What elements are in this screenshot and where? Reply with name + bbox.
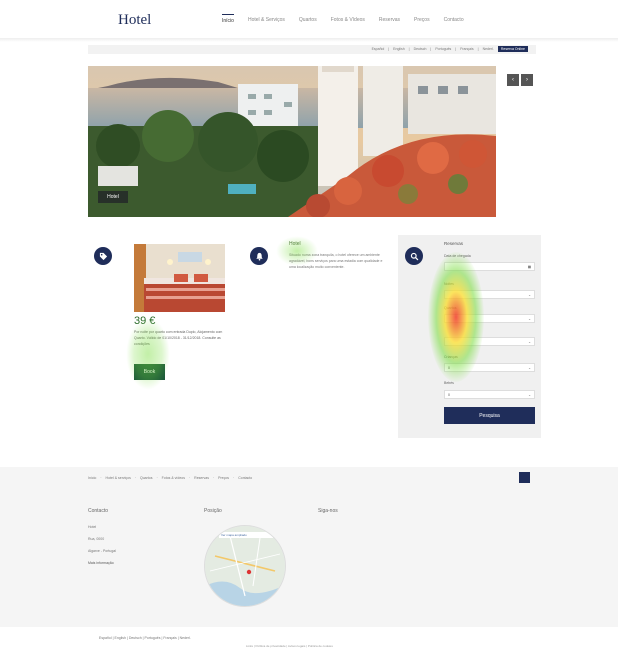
- children-select[interactable]: 0 ⌄: [444, 363, 535, 372]
- footer-follow-title: Siga-nos: [318, 508, 338, 514]
- map-enlarge-link[interactable]: Ver mapa ampliado: [221, 533, 247, 537]
- footer-link-precos[interactable]: Preços: [218, 476, 229, 480]
- arrival-date-label: Data de chegada: [444, 254, 471, 258]
- search-icon: [405, 247, 423, 265]
- footer: [0, 467, 618, 627]
- contact-more-link[interactable]: Mais informação: [88, 561, 114, 565]
- footer-link-quartos[interactable]: Quartos: [140, 476, 152, 480]
- header-divider: [0, 38, 618, 42]
- bottom-legal-links[interactable]: Links | Política de privacidade | Avisos…: [246, 644, 333, 648]
- offer-price: 39 €: [134, 315, 156, 327]
- hero-caption: Hotel: [98, 191, 128, 203]
- footer-link-inicio[interactable]: Início: [88, 476, 96, 480]
- search-title: Reservas: [444, 241, 464, 246]
- children-label: Crianças: [444, 355, 458, 359]
- bell-icon: [250, 247, 268, 265]
- nav-item-quartos[interactable]: Quartos: [299, 14, 317, 27]
- slider-next-button[interactable]: ›: [521, 74, 533, 86]
- room-image[interactable]: [134, 244, 225, 312]
- nav-item-inicio[interactable]: Início: [222, 14, 234, 27]
- lang-nl[interactable]: Nederl.: [483, 47, 494, 51]
- lang-es[interactable]: Español: [372, 47, 385, 51]
- tag-icon: [94, 247, 112, 265]
- chevron-down-icon: ⌄: [528, 316, 531, 321]
- footer-position-title: Posição: [204, 508, 222, 514]
- nav-item-reservas[interactable]: Reservas: [379, 14, 400, 27]
- contact-line-address: Rua, 0000: [88, 537, 105, 541]
- rooms-label: Quartos: [444, 306, 457, 310]
- chevron-down-icon: ⌄: [528, 365, 531, 370]
- offer-description: Por noite por quarto com entrada Duplo, …: [134, 330, 223, 346]
- lang-de[interactable]: Deutsch: [414, 47, 427, 51]
- bottom-language-links[interactable]: Español | English | Deutsch | Português …: [99, 636, 191, 640]
- language-links: Español | English | Deutsch | Português | Fr…: [372, 46, 528, 52]
- contact-line-region: Algarve - Portugal: [88, 549, 117, 553]
- book-button[interactable]: Book: [134, 364, 165, 380]
- nav-item-contacto[interactable]: Contacto: [444, 14, 464, 27]
- site-logo[interactable]: Hotel: [118, 12, 151, 29]
- contact-line-name: Hotel: [88, 525, 97, 529]
- chevron-down-icon: ⌄: [528, 292, 531, 297]
- search-button[interactable]: Pesquisa: [444, 407, 535, 424]
- nav-item-hotel-servicos[interactable]: Hotel & Serviços: [248, 14, 285, 27]
- footer-contact-title: Contacto: [88, 508, 109, 514]
- babies-label: Bebés: [444, 381, 454, 385]
- lang-en[interactable]: English: [393, 47, 404, 51]
- adults-select[interactable]: ⌄: [444, 337, 535, 346]
- hero-image: [88, 66, 496, 217]
- lang-fr[interactable]: Français: [460, 47, 473, 51]
- babies-select[interactable]: 0 ⌄: [444, 390, 535, 399]
- nav-item-precos[interactable]: Preços: [414, 14, 430, 27]
- location-map[interactable]: Ver mapa ampliado: [204, 525, 286, 607]
- main-nav: Início Hotel & Serviços Quartos Fotos & …: [222, 14, 478, 27]
- footer-link-fotos[interactable]: Fotos & vídeos: [162, 476, 185, 480]
- lang-pt[interactable]: Português: [435, 47, 451, 51]
- online-booking-button[interactable]: Reserva Online: [497, 46, 528, 52]
- footer-link-hotel[interactable]: Hotel & serviços: [106, 476, 131, 480]
- calendar-icon: ▦: [527, 264, 531, 269]
- hotel-title: Hotel: [289, 241, 301, 247]
- back-to-top-button[interactable]: [519, 472, 530, 483]
- nav-item-fotos-videos[interactable]: Fotos & Vídeos: [331, 14, 365, 27]
- hotel-description: Situado numa zona tranquila, o hotel ofe…: [289, 253, 383, 269]
- footer-link-contacto[interactable]: Contacto: [238, 476, 252, 480]
- rooms-select[interactable]: ⌄: [444, 314, 535, 323]
- chevron-down-icon: ⌄: [528, 392, 531, 397]
- slider-prev-button[interactable]: ‹: [507, 74, 519, 86]
- arrival-date-input[interactable]: ▦: [444, 262, 535, 271]
- nights-select[interactable]: ⌄: [444, 290, 535, 299]
- chevron-down-icon: ⌄: [528, 339, 531, 344]
- footer-link-reservas[interactable]: Reservas: [194, 476, 209, 480]
- footer-nav: Início · Hotel & serviços · Quartos · Fotos…: [88, 476, 253, 480]
- nights-label: Noites: [444, 282, 454, 286]
